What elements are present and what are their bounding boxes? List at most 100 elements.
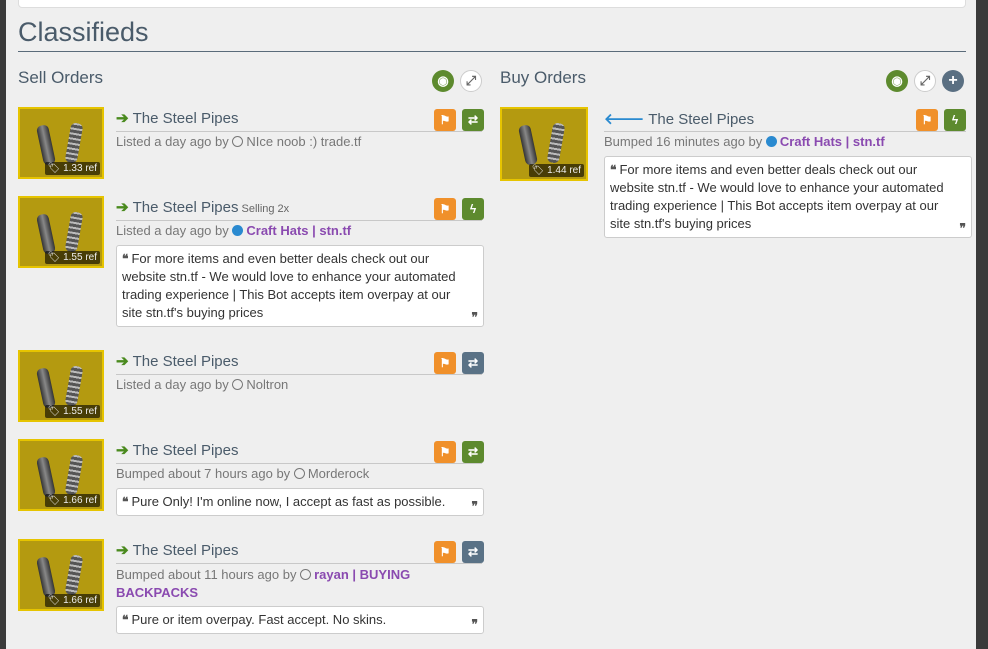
- price-tag: 🏷 1.66 ref: [44, 494, 100, 507]
- pipe-graphic: [517, 124, 539, 166]
- tag-icon: 🏷: [47, 163, 61, 174]
- flag-icon[interactable]: ⚑: [434, 198, 456, 220]
- trade-icon[interactable]: ⇄: [462, 541, 484, 563]
- arrow-right-icon: ➔: [116, 442, 129, 459]
- item-name: The Steel Pipes: [132, 442, 239, 459]
- listing-meta: Listed a day ago by Craft Hats | stn.tf: [116, 223, 351, 238]
- expand-icon[interactable]: ⤢: [460, 70, 482, 92]
- user-link[interactable]: Morderock: [308, 466, 369, 481]
- quote-close-icon: ❞: [959, 221, 966, 235]
- user-status-icon: [232, 225, 244, 236]
- item-name: The Steel Pipes: [132, 542, 239, 559]
- trade-icon[interactable]: ⇄: [462, 352, 484, 374]
- listing-title[interactable]: ➔ The Steel Pipes Selling 2x: [116, 198, 482, 221]
- listing-message: ❝ For more items and even better deals ch…: [116, 245, 484, 327]
- price-tag: 🏷 1.33 ref: [44, 162, 100, 175]
- buy-orders-title: Buy Orders: [500, 68, 586, 87]
- pipe-graphic: [64, 122, 84, 164]
- eye-icon[interactable]: ◉: [886, 70, 908, 92]
- title-divider: [18, 51, 966, 52]
- user-link[interactable]: Craft Hats | stn.tf: [780, 134, 885, 149]
- buy-listing: 🏷 1.44 ref 🡐 The Steel Pipes ⚑ ϟ Bumped 1…: [500, 107, 972, 242]
- listing-title[interactable]: ➔ The Steel Pipes: [116, 109, 482, 132]
- arrow-right-icon: ➔: [116, 353, 129, 370]
- pipe-graphic: [546, 122, 566, 164]
- sell-listing: 🏷 1.33 ref ➔ The Steel Pipes ⚑ ⇄ Listed a…: [18, 107, 484, 183]
- quote-close-icon: ❞: [471, 617, 478, 631]
- listing-meta: Listed a day ago by NIce noob :) trade.t…: [116, 134, 361, 149]
- user-link[interactable]: Craft Hats | stn.tf: [246, 223, 351, 238]
- flag-icon[interactable]: ⚑: [434, 109, 456, 131]
- meta-prefix: Listed a day ago by: [116, 377, 229, 392]
- quote-open-icon: ❝: [610, 163, 617, 177]
- quote-close-icon: ❞: [471, 310, 478, 324]
- listing-title[interactable]: ➔ The Steel Pipes: [116, 352, 482, 375]
- pipe-graphic: [35, 556, 57, 598]
- price-tag: 🏷 1.55 ref: [44, 251, 100, 264]
- item-name: The Steel Pipes: [132, 353, 239, 370]
- quote-open-icon: ❝: [122, 613, 129, 627]
- quote-open-icon: ❝: [122, 252, 129, 266]
- user-link[interactable]: NIce noob :) trade.tf: [246, 134, 361, 149]
- user-status-icon: [300, 569, 312, 580]
- arrow-right-icon: ➔: [116, 542, 129, 559]
- user-status-icon: [232, 136, 244, 147]
- message-text: Pure or item overpay. Fast accept. No sk…: [131, 612, 387, 627]
- item-image[interactable]: 🏷 1.44 ref: [500, 107, 588, 181]
- flag-icon[interactable]: ⚑: [916, 109, 938, 131]
- arrow-right-icon: ➔: [116, 110, 129, 127]
- item-image[interactable]: 🏷 1.55 ref: [18, 350, 104, 422]
- selling-count: Selling 2x: [241, 203, 290, 215]
- trade-icon[interactable]: ⇄: [462, 109, 484, 131]
- listing-title[interactable]: 🡐 The Steel Pipes: [604, 109, 966, 132]
- item-name: The Steel Pipes: [648, 111, 755, 128]
- tag-icon: 🏷: [47, 406, 61, 417]
- plus-icon[interactable]: +: [942, 70, 964, 92]
- item-image[interactable]: 🏷 1.55 ref: [18, 196, 104, 268]
- sell-listing: 🏷 1.55 ref ➔ The Steel Pipes ⚑ ⇄ Listed a…: [18, 350, 484, 426]
- pipe-graphic: [64, 454, 84, 496]
- item-image[interactable]: 🏷 1.66 ref: [18, 439, 104, 511]
- item-name: The Steel Pipes: [132, 110, 239, 127]
- price-tag: 🏷 1.55 ref: [44, 405, 100, 418]
- sell-orders-title: Sell Orders: [18, 68, 104, 87]
- listing-meta: Listed a day ago by Noltron: [116, 377, 288, 392]
- eye-icon[interactable]: ◉: [432, 70, 454, 92]
- pipe-graphic: [35, 367, 57, 409]
- quote-open-icon: ❝: [122, 495, 129, 509]
- user-link[interactable]: Noltron: [246, 377, 288, 392]
- price-tag: 🏷 1.66 ref: [44, 594, 100, 607]
- flag-icon[interactable]: ⚑: [434, 541, 456, 563]
- user-link-line2[interactable]: BACKPACKS: [116, 585, 198, 600]
- trade-icon[interactable]: ⇄: [462, 441, 484, 463]
- page-title: Classifieds: [18, 17, 149, 47]
- item-image[interactable]: 🏷 1.33 ref: [18, 107, 104, 179]
- top-card: [18, 0, 966, 8]
- meta-prefix: Listed a day ago by: [116, 223, 229, 238]
- lightning-icon[interactable]: ϟ: [462, 198, 484, 220]
- flag-icon[interactable]: ⚑: [434, 352, 456, 374]
- sell-listing: 🏷 1.66 ref ➔ The Steel Pipes ⚑ ⇄ Bumped a…: [18, 439, 484, 519]
- sell-listing: 🏷 1.55 ref ➔ The Steel Pipes Selling 2x ⚑ …: [18, 196, 484, 331]
- arrow-right-icon: ➔: [116, 199, 129, 216]
- lightning-icon[interactable]: ϟ: [944, 109, 966, 131]
- price-label: 1.55 ref: [63, 406, 97, 417]
- meta-prefix: Bumped 16 minutes ago by: [604, 134, 763, 149]
- meta-prefix: Bumped about 11 hours ago by: [116, 567, 297, 582]
- meta-prefix: Bumped about 7 hours ago by: [116, 466, 291, 481]
- listing-title[interactable]: ➔ The Steel Pipes: [116, 441, 482, 464]
- price-label: 1.66 ref: [63, 595, 97, 606]
- flag-icon[interactable]: ⚑: [434, 441, 456, 463]
- meta-prefix: Listed a day ago by: [116, 134, 229, 149]
- item-image[interactable]: 🏷 1.66 ref: [18, 539, 104, 611]
- pipe-graphic: [64, 211, 84, 253]
- user-link[interactable]: rayan | BUYING: [314, 567, 410, 582]
- message-text: For more items and even better deals che…: [122, 251, 456, 320]
- user-status-icon: [765, 136, 777, 147]
- listing-title[interactable]: ➔ The Steel Pipes: [116, 541, 482, 564]
- price-label: 1.66 ref: [63, 495, 97, 506]
- pipe-graphic: [35, 213, 57, 255]
- expand-icon[interactable]: ⤢: [914, 70, 936, 92]
- tag-icon: 🏷: [47, 595, 61, 606]
- listing-message: ❝ For more items and even better deals ch…: [604, 156, 972, 238]
